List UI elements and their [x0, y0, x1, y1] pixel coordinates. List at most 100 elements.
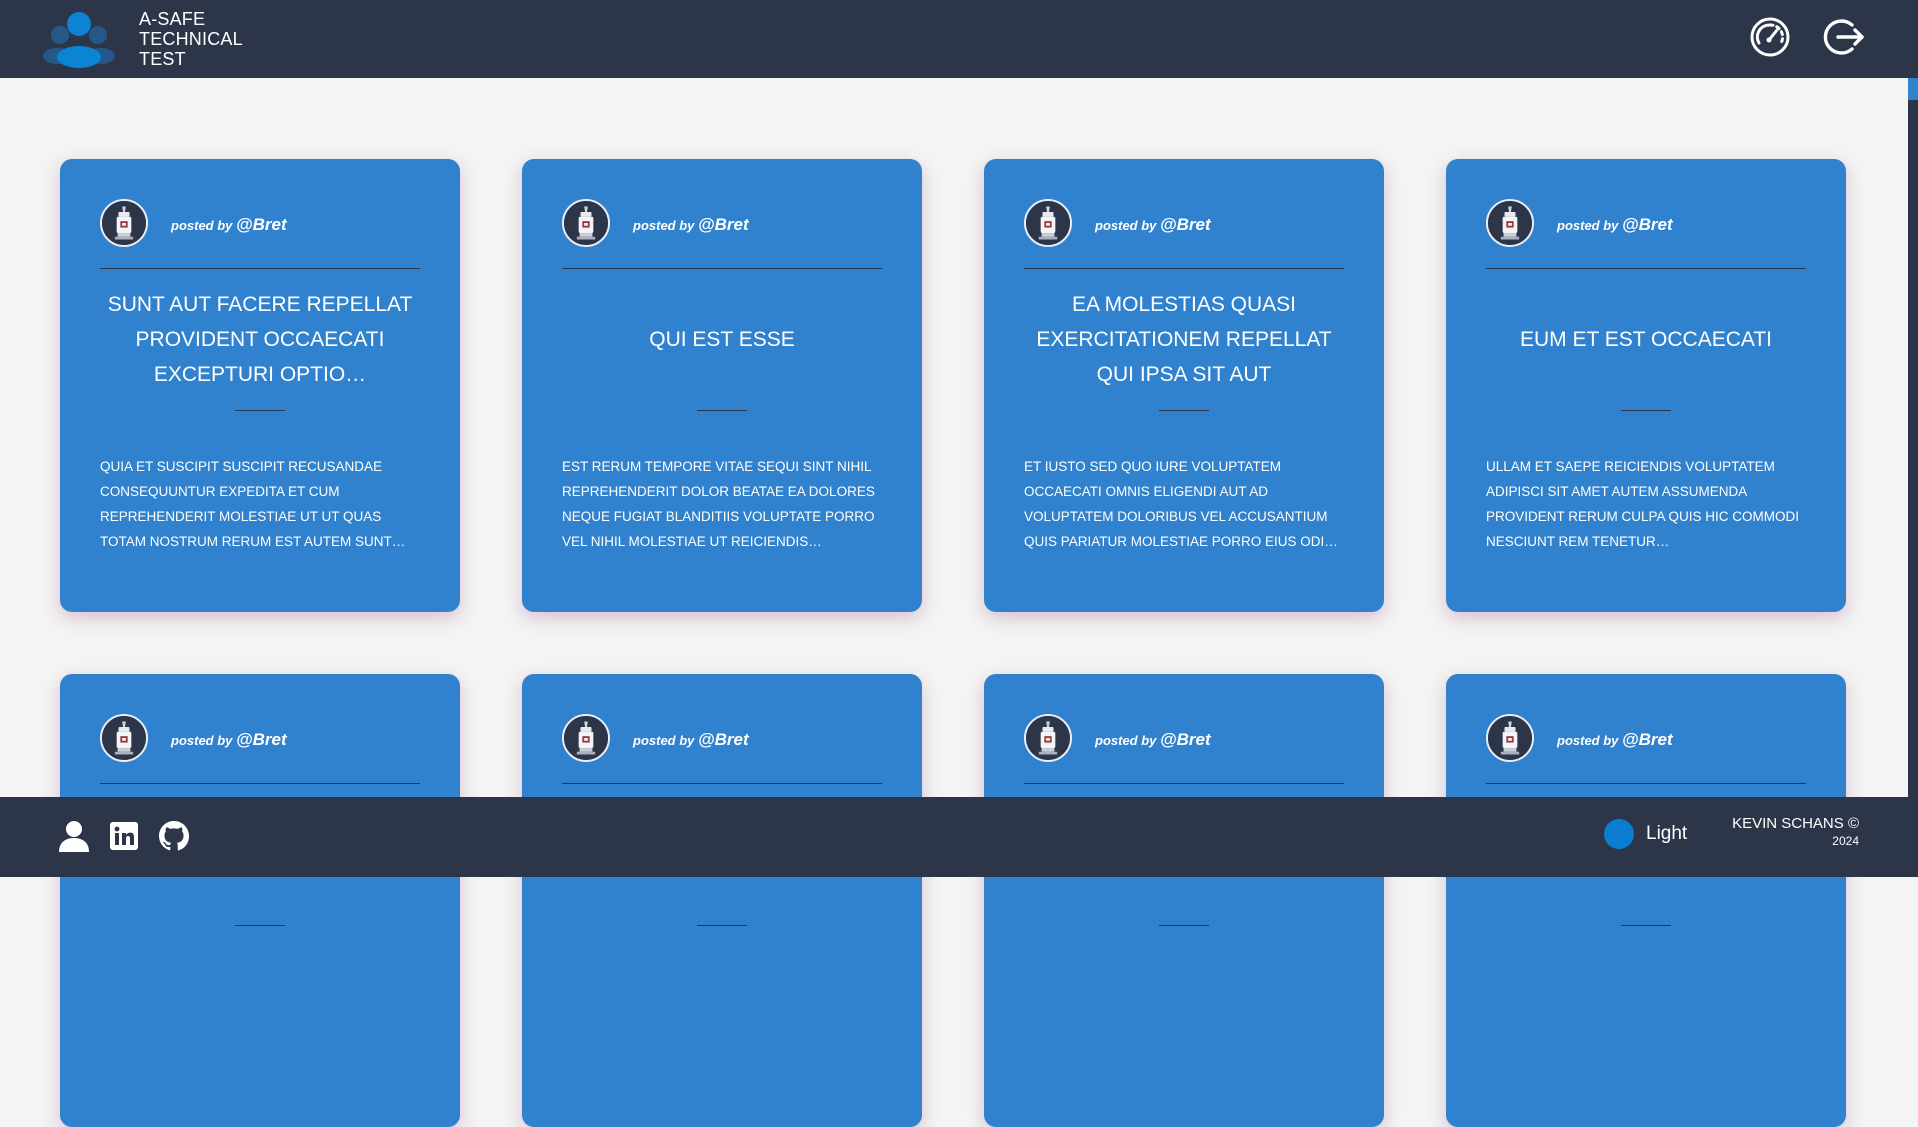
post-header: posted by @Bret: [1486, 199, 1806, 249]
post-header: posted by @Bret: [1024, 714, 1344, 764]
avatar-image: [1026, 716, 1070, 760]
divider: [1486, 268, 1806, 269]
post-body: ullam et saepe reiciendis voluptatem adi…: [1486, 459, 1800, 549]
title-divider: [1159, 410, 1209, 411]
post-card[interactable]: posted by @Bret: [522, 674, 922, 1127]
github-icon[interactable]: [158, 820, 190, 852]
brand-line: A-SAFE: [139, 9, 206, 29]
avatar: [562, 199, 610, 247]
posted-by: posted by @Bret: [1095, 215, 1211, 235]
avatar-image: [102, 201, 146, 245]
scrollbar[interactable]: [1908, 0, 1918, 877]
post-body: quia et suscipit suscipit recusandae con…: [100, 459, 406, 549]
post-title: sunt aut facere repellat provident occae…: [107, 292, 413, 386]
post-header: posted by @Bret: [100, 199, 420, 249]
title-divider: [697, 410, 747, 411]
avatar: [100, 714, 148, 762]
avatar: [1486, 714, 1534, 762]
post-header: posted by @Bret: [1486, 714, 1806, 764]
avatar-image: [564, 716, 608, 760]
post-body: et iusto sed quo iure voluptatem occaeca…: [1024, 459, 1338, 549]
post-author[interactable]: @Bret: [1160, 730, 1211, 749]
brand-line: TECHNICAL: [139, 29, 243, 49]
avatar-image: [1488, 716, 1532, 760]
posted-by: posted by @Bret: [1557, 730, 1673, 750]
posted-by-label: posted by: [1095, 218, 1157, 233]
title-divider: [1621, 925, 1671, 926]
theme-toggle-knob: [1604, 819, 1634, 849]
post-author[interactable]: @Bret: [1622, 730, 1673, 749]
title-divider: [235, 410, 285, 411]
divider: [100, 268, 420, 269]
brand-name[interactable]: A-SAFE TECHNICAL TEST: [139, 9, 243, 69]
post-card[interactable]: posted by @Bret: [1446, 674, 1846, 1127]
post-card[interactable]: posted by @Bret sunt aut facere repellat…: [60, 159, 460, 612]
credit: KEVIN SCHANS © 2024: [1732, 815, 1859, 848]
post-card[interactable]: posted by @Bret qui est esse est rerum t…: [522, 159, 922, 612]
posted-by: posted by @Bret: [1557, 215, 1673, 235]
divider: [562, 268, 882, 269]
post-body: est rerum tempore vitae sequi sint nihil…: [562, 459, 875, 549]
posted-by: posted by @Bret: [633, 215, 749, 235]
post-card[interactable]: posted by @Bret: [984, 674, 1384, 1127]
gauge-icon[interactable]: [1748, 15, 1792, 59]
posted-by: posted by @Bret: [171, 215, 287, 235]
post-title: qui est esse: [649, 327, 795, 351]
avatar-image: [102, 716, 146, 760]
posted-by-label: posted by: [1557, 218, 1619, 233]
avatar: [1486, 199, 1534, 247]
avatar-image: [1488, 201, 1532, 245]
app-footer: Light KEVIN SCHANS © 2024: [0, 797, 1908, 877]
post-card[interactable]: posted by @Bret eum et est occaecati ull…: [1446, 159, 1846, 612]
post-author[interactable]: @Bret: [236, 730, 287, 749]
avatar: [1024, 199, 1072, 247]
posted-by-label: posted by: [1557, 733, 1619, 748]
title-divider: [235, 925, 285, 926]
avatar: [1024, 714, 1072, 762]
posted-by-label: posted by: [171, 218, 233, 233]
posted-by-label: posted by: [1095, 733, 1157, 748]
title-divider: [1621, 410, 1671, 411]
theme-label: Light: [1646, 823, 1688, 844]
linkedin-icon[interactable]: [108, 820, 140, 852]
post-header: posted by @Bret: [1024, 199, 1344, 249]
post-author[interactable]: @Bret: [1622, 215, 1673, 234]
credit-name: KEVIN SCHANS ©: [1732, 815, 1859, 832]
divider: [1024, 783, 1344, 784]
post-author[interactable]: @Bret: [698, 215, 749, 234]
posted-by: posted by @Bret: [171, 730, 287, 750]
post-header: posted by @Bret: [562, 714, 882, 764]
post-author[interactable]: @Bret: [1160, 215, 1211, 234]
posted-by-label: posted by: [633, 733, 695, 748]
app-header: A-SAFE TECHNICAL TEST: [0, 0, 1908, 78]
user-icon[interactable]: [58, 820, 90, 852]
divider: [1024, 268, 1344, 269]
divider: [100, 783, 420, 784]
post-title: ea molestias quasi exercitationem repell…: [1036, 292, 1332, 386]
posted-by-label: posted by: [633, 218, 695, 233]
logo-icon: [43, 12, 115, 68]
divider: [1486, 783, 1806, 784]
post-header: posted by @Bret: [100, 714, 420, 764]
posted-by: posted by @Bret: [1095, 730, 1211, 750]
title-divider: [697, 925, 747, 926]
post-author[interactable]: @Bret: [236, 215, 287, 234]
posted-by-label: posted by: [171, 733, 233, 748]
post-card[interactable]: posted by @Bret: [60, 674, 460, 1127]
post-title: eum et est occaecati: [1519, 327, 1773, 351]
post-header: posted by @Bret: [562, 199, 882, 249]
post-author[interactable]: @Bret: [698, 730, 749, 749]
divider: [562, 783, 882, 784]
avatar: [562, 714, 610, 762]
credit-year: 2024: [1832, 834, 1859, 848]
avatar-image: [564, 201, 608, 245]
posts-grid: posted by @Bret sunt aut facere repellat…: [60, 159, 1850, 1127]
scrollbar-thumb[interactable]: [1908, 78, 1918, 100]
title-divider: [1159, 925, 1209, 926]
avatar-image: [1026, 201, 1070, 245]
logout-icon[interactable]: [1822, 15, 1866, 59]
avatar: [100, 199, 148, 247]
theme-toggle[interactable]: Light: [1604, 816, 1687, 852]
posted-by: posted by @Bret: [633, 730, 749, 750]
post-card[interactable]: posted by @Bret ea molestias quasi exerc…: [984, 159, 1384, 612]
